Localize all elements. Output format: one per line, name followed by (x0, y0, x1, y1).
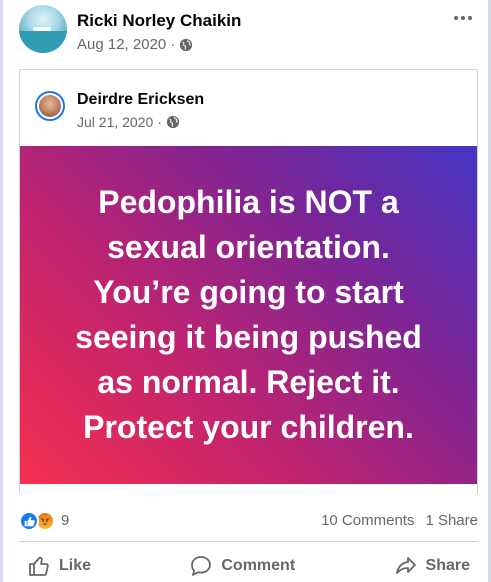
post-container: Ricki Norley Chaikin Aug 12, 2020 · Deir… (0, 0, 491, 582)
post-meta: Aug 12, 2020 · (77, 36, 193, 53)
status-line: seeing it being pushed (75, 319, 422, 355)
meta-separator: · (170, 36, 176, 53)
comment-label: Comment (221, 557, 296, 574)
divider (19, 541, 478, 542)
status-background-card: Pedophilia is NOT a sexual orientation. … (20, 146, 477, 484)
share-icon (395, 557, 416, 574)
shared-author-avatar[interactable] (35, 91, 65, 121)
shared-post-header: Deirdre Ericksen Jul 21, 2020 · (20, 70, 477, 146)
author-avatar[interactable] (19, 5, 67, 53)
reaction-count[interactable]: 9 (61, 512, 69, 529)
comment-button[interactable]: Comment (181, 551, 303, 581)
shared-post-meta: Jul 21, 2020 · (77, 114, 180, 130)
more-options-icon[interactable] (451, 9, 475, 27)
status-line: Pedophilia is NOT a (98, 184, 399, 220)
like-icon (29, 556, 49, 576)
globe-icon[interactable] (166, 115, 180, 129)
share-label: Share (425, 557, 470, 574)
status-line: Protect your children. (83, 409, 414, 445)
comments-count[interactable]: 10 Comments (321, 512, 414, 529)
post-date[interactable]: Aug 12, 2020 (77, 36, 166, 53)
author-name[interactable]: Ricki Norley Chaikin (77, 11, 241, 31)
more-dot (454, 16, 458, 20)
like-reaction-icon (19, 511, 39, 531)
shared-avatar-photo (39, 95, 61, 117)
status-text: Pedophilia is NOT a sexual orientation. … (75, 180, 422, 450)
status-line: You’re going to start (93, 274, 404, 310)
meta-separator: · (157, 114, 162, 130)
reaction-icons[interactable] (19, 511, 55, 531)
action-bar: Like Comment Share (19, 551, 478, 581)
like-label: Like (59, 557, 92, 574)
more-dot (468, 16, 472, 20)
shared-post-card[interactable]: Deirdre Ericksen Jul 21, 2020 · Pedophil… (19, 69, 478, 494)
post-header: Ricki Norley Chaikin Aug 12, 2020 · (19, 5, 479, 59)
more-dot (461, 16, 465, 20)
shares-count[interactable]: 1 Share (425, 512, 478, 529)
reactions-row: 9 10 Comments 1 Share (19, 509, 478, 533)
shared-post-date[interactable]: Jul 21, 2020 (77, 114, 153, 130)
shared-author-name[interactable]: Deirdre Ericksen (77, 91, 204, 109)
globe-icon[interactable] (179, 38, 193, 52)
avatar-boat (33, 27, 51, 31)
comment-icon (191, 556, 212, 576)
avatar-sea (19, 31, 67, 53)
share-button[interactable]: Share (386, 551, 478, 581)
engagement-counts: 10 Comments 1 Share (321, 512, 478, 529)
like-button[interactable]: Like (19, 551, 99, 581)
status-line: sexual orientation. (107, 229, 390, 265)
status-line: as normal. Reject it. (97, 364, 400, 400)
